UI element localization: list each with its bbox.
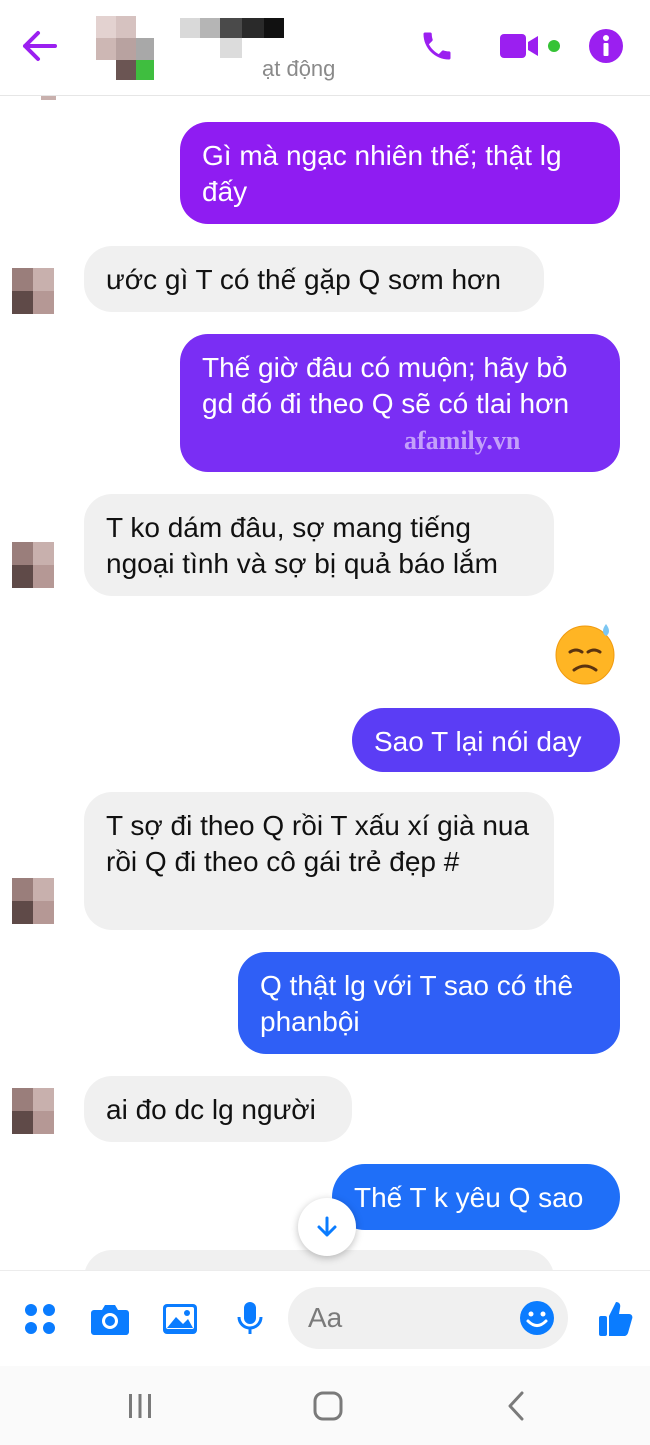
- back-nav-button[interactable]: [494, 1386, 538, 1426]
- contact-avatar-small: [12, 542, 54, 606]
- chevron-left-icon: [508, 1391, 524, 1421]
- contact-name-redacted[interactable]: [180, 18, 286, 60]
- scroll-to-bottom-button[interactable]: [298, 1198, 356, 1256]
- phone-icon: [423, 32, 451, 60]
- message-input[interactable]: [308, 1299, 508, 1337]
- camera-button[interactable]: [86, 1295, 134, 1343]
- message-bubble-incoming[interactable]: T sợ đi theo Q rồi T xấu xí già nua rồi …: [84, 792, 554, 930]
- sad-sweat-emoji-icon: [555, 624, 615, 685]
- voice-record-button[interactable]: [226, 1295, 274, 1343]
- image-icon: [163, 1304, 197, 1334]
- arrow-down-icon: [317, 1216, 337, 1237]
- message-bubble-outgoing[interactable]: Sao T lại nói day: [352, 708, 620, 772]
- home-icon: [313, 1391, 343, 1421]
- info-icon: [589, 29, 623, 63]
- contact-avatar[interactable]: [96, 16, 158, 82]
- gallery-button[interactable]: [156, 1295, 204, 1343]
- message-composer: [0, 1270, 650, 1366]
- like-button[interactable]: [592, 1295, 640, 1343]
- call-button[interactable]: [414, 24, 460, 68]
- emoji-button[interactable]: [518, 1299, 556, 1337]
- watermark-text: afamily.vn: [404, 426, 521, 455]
- video-call-button[interactable]: [498, 24, 568, 68]
- message-bubble-outgoing[interactable]: Thế T k yêu Q sao: [332, 1164, 620, 1230]
- thumbs-up-icon: [599, 1302, 633, 1336]
- arrow-left-icon: [23, 31, 57, 61]
- info-button[interactable]: [584, 24, 628, 68]
- video-camera-icon: [500, 34, 560, 58]
- recent-apps-button[interactable]: [118, 1386, 162, 1426]
- contact-avatar-small: [20, 96, 56, 100]
- sweat-face-emoji[interactable]: [552, 620, 618, 686]
- four-dots-icon: [25, 1304, 55, 1334]
- message-bubble-outgoing[interactable]: Gì mà ngạc nhiên thế; thật lg đấy: [180, 122, 620, 224]
- message-bubble-incoming[interactable]: ai đo dc lg người: [84, 1076, 352, 1142]
- contact-avatar-small: [12, 878, 54, 942]
- message-input-container[interactable]: [288, 1287, 568, 1349]
- message-bubble-incoming[interactable]: T ko dám đâu, sợ mang tiếng ngoại tình v…: [84, 494, 554, 596]
- chat-header: ạt động: [0, 0, 650, 96]
- message-bubble-outgoing[interactable]: Thế giờ đâu có muộn; hãy bỏ gd đó đi the…: [180, 334, 620, 472]
- recent-apps-icon: [129, 1394, 151, 1418]
- back-button[interactable]: [18, 24, 62, 68]
- redacted-name-image: [180, 18, 284, 58]
- message-thread[interactable]: Gì mà ngạc nhiên thế; thật lg đấy ước gì…: [0, 96, 650, 1270]
- blurred-avatar-image: [96, 16, 154, 80]
- camera-icon: [91, 1305, 129, 1335]
- contact-avatar-small: [12, 1088, 54, 1152]
- more-actions-button[interactable]: [16, 1295, 64, 1343]
- android-navigation-bar: [0, 1366, 650, 1445]
- active-status-text: ạt động: [262, 56, 336, 81]
- message-bubble-incoming[interactable]: ước gì T có thế gặp Q sơm hơn: [84, 246, 544, 312]
- smiley-icon: [520, 1301, 554, 1335]
- microphone-icon: [237, 1302, 263, 1334]
- message-bubble-outgoing[interactable]: Q thật lg với T sao có thê phanbội: [238, 952, 620, 1054]
- home-button[interactable]: [306, 1386, 350, 1426]
- contact-avatar-small: [12, 268, 54, 314]
